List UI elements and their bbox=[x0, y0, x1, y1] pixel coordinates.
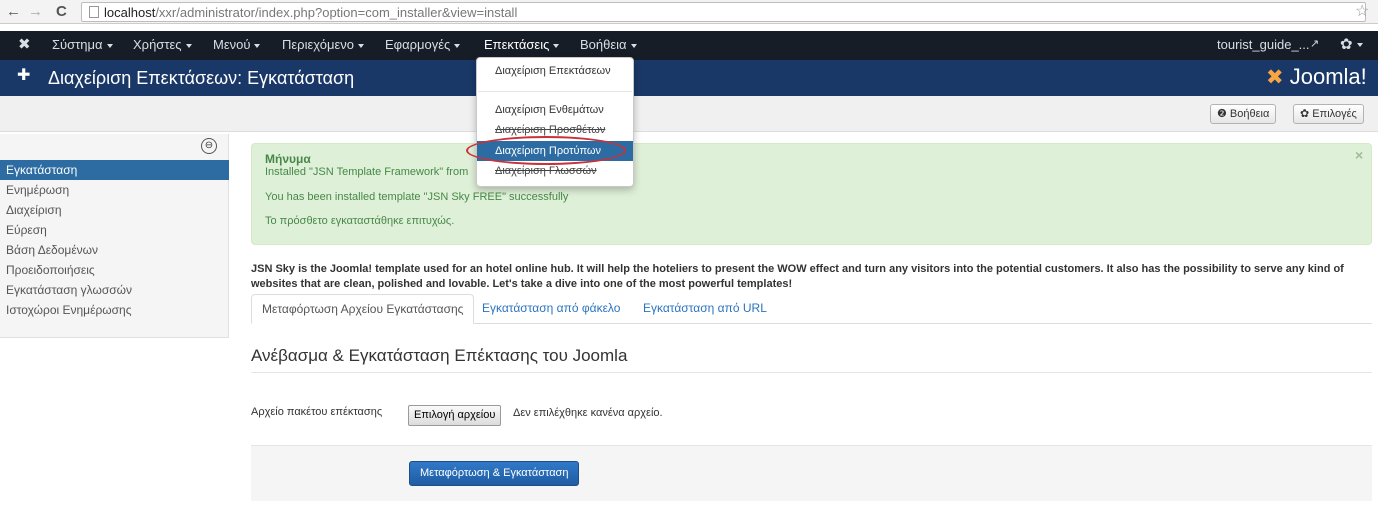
tab-upload-package[interactable]: Μεταφόρτωση Αρχείου Εγκατάστασης bbox=[251, 294, 475, 324]
dropdown-item-module-manager[interactable]: Διαχείριση Ενθεμάτων bbox=[477, 100, 633, 120]
message-line: Installed "JSN Template Framework" from bbox=[265, 166, 469, 178]
caret-down-icon bbox=[106, 43, 113, 48]
sidebar-item-update-sites[interactable]: Ιστοχώροι Ενημέρωσης bbox=[0, 300, 229, 320]
menu-components[interactable]: Εφαρμογές bbox=[385, 37, 461, 52]
message-line: Το πρόσθετο εγκαταστάθηκε επιτυχώς. bbox=[265, 215, 455, 227]
options-button[interactable]: ✿ Επιλογές bbox=[1293, 104, 1364, 124]
url-text: localhost/xxr/administrator/index.php?op… bbox=[104, 5, 518, 20]
success-message: Μήνυμα Installed "JSN Template Framework… bbox=[251, 143, 1372, 245]
sidebar: ⊖ Εγκατάσταση Ενημέρωση Διαχείριση Εύρεσ… bbox=[0, 134, 229, 338]
annotation-circle bbox=[466, 136, 626, 165]
message-heading: Μήνυμα bbox=[265, 152, 311, 166]
browser-toolbar: ← → C localhost/xxr/administrator/index.… bbox=[0, 0, 1378, 24]
page-title: Διαχείριση Επεκτάσεων: Εγκατάσταση bbox=[48, 68, 355, 88]
sidebar-item-discover[interactable]: Εύρεση bbox=[0, 220, 229, 240]
forward-icon[interactable]: → bbox=[28, 2, 43, 22]
external-link-icon: ↗ bbox=[1310, 38, 1320, 50]
menu-menus[interactable]: Μενού bbox=[213, 37, 261, 52]
caret-down-icon bbox=[553, 43, 560, 48]
toolbar: ❷ Βοήθεια ✿ Επιλογές bbox=[0, 96, 1378, 132]
caret-down-icon bbox=[630, 43, 637, 48]
help-button[interactable]: ❷ Βοήθεια bbox=[1210, 104, 1277, 124]
caret-down-icon bbox=[1356, 43, 1363, 48]
caret-down-icon bbox=[357, 43, 364, 48]
tab-install-from-url[interactable]: Εγκατάσταση από URL bbox=[633, 294, 777, 324]
no-file-chosen-text: Δεν επιλέχθηκε κανένα αρχείο. bbox=[513, 407, 663, 419]
reload-icon[interactable]: C bbox=[56, 2, 67, 22]
sidebar-item-install[interactable]: Εγκατάσταση bbox=[0, 160, 229, 180]
sidebar-item-manage[interactable]: Διαχείριση bbox=[0, 200, 229, 220]
choose-file-button[interactable]: Επιλογή αρχείου bbox=[408, 405, 502, 426]
sidebar-item-database[interactable]: Βάση Δεδομένων bbox=[0, 240, 229, 260]
sidebar-item-update[interactable]: Ενημέρωση bbox=[0, 180, 229, 200]
site-link[interactable]: tourist_guide_... bbox=[1217, 37, 1310, 52]
caret-down-icon bbox=[185, 43, 192, 48]
message-line: You has been installed template "JSN Sky… bbox=[265, 191, 569, 203]
bookmark-star-icon[interactable]: ☆ bbox=[1355, 1, 1369, 21]
close-icon[interactable]: × bbox=[1355, 147, 1363, 163]
menu-users[interactable]: Χρήστες bbox=[133, 37, 192, 52]
package-file-label: Αρχείο πακέτου επέκτασης bbox=[251, 406, 383, 418]
section-heading: Ανέβασμα & Εγκατάσταση Επέκτασης του Joo… bbox=[251, 346, 1372, 373]
menu-system[interactable]: Σύστημα bbox=[52, 37, 113, 52]
joomla-menu-icon[interactable]: ✖ bbox=[18, 35, 31, 53]
caret-down-icon bbox=[254, 43, 261, 48]
tab-install-from-folder[interactable]: Εγκατάσταση από φάκελο bbox=[472, 294, 630, 324]
address-bar[interactable]: localhost/xxr/administrator/index.php?op… bbox=[81, 2, 1366, 22]
sidebar-item-install-languages[interactable]: Εγκατάσταση γλωσσών bbox=[0, 280, 229, 300]
collapse-sidebar-icon[interactable]: ⊖ bbox=[201, 138, 217, 154]
dropdown-item-extension-manager[interactable]: Διαχείριση Επεκτάσεων bbox=[477, 61, 633, 81]
admin-menu-bar: ✖ Σύστημα Χρήστες Μενού Περιεχόμενο Εφαρ… bbox=[0, 31, 1378, 60]
menu-help[interactable]: Βοήθεια bbox=[580, 37, 637, 52]
menu-content[interactable]: Περιεχόμενο bbox=[282, 37, 364, 52]
template-description: JSN Sky is the Joomla! template used for… bbox=[251, 263, 1344, 290]
dropdown-divider bbox=[478, 91, 632, 92]
upload-install-button[interactable]: Μεταφόρτωση & Εγκατάσταση bbox=[409, 461, 580, 486]
joomla-logo-icon: ✖ bbox=[1266, 66, 1284, 89]
joomla-logo: ✖ Joomla! bbox=[1266, 64, 1367, 89]
user-settings-gear-icon[interactable]: ✿ bbox=[1340, 35, 1363, 53]
caret-down-icon bbox=[454, 43, 461, 48]
page-header: ✚ Διαχείριση Επεκτάσεων: Εγκατάσταση ✖ J… bbox=[0, 60, 1378, 96]
menu-extensions[interactable]: Επεκτάσεις bbox=[484, 37, 560, 52]
extensions-dropdown-menu: Διαχείριση Επεκτάσεων Διαχείριση Ενθεμάτ… bbox=[476, 57, 634, 187]
back-icon[interactable]: ← bbox=[6, 2, 21, 22]
page-icon bbox=[89, 6, 99, 18]
sidebar-item-warnings[interactable]: Προειδοποιήσεις bbox=[0, 260, 229, 280]
install-tabs: Μεταφόρτωση Αρχείου Εγκατάστασης Εγκατάσ… bbox=[251, 294, 1372, 324]
form-actions: Μεταφόρτωση & Εγκατάσταση bbox=[251, 445, 1372, 501]
puzzle-icon: ✚ bbox=[17, 67, 31, 84]
